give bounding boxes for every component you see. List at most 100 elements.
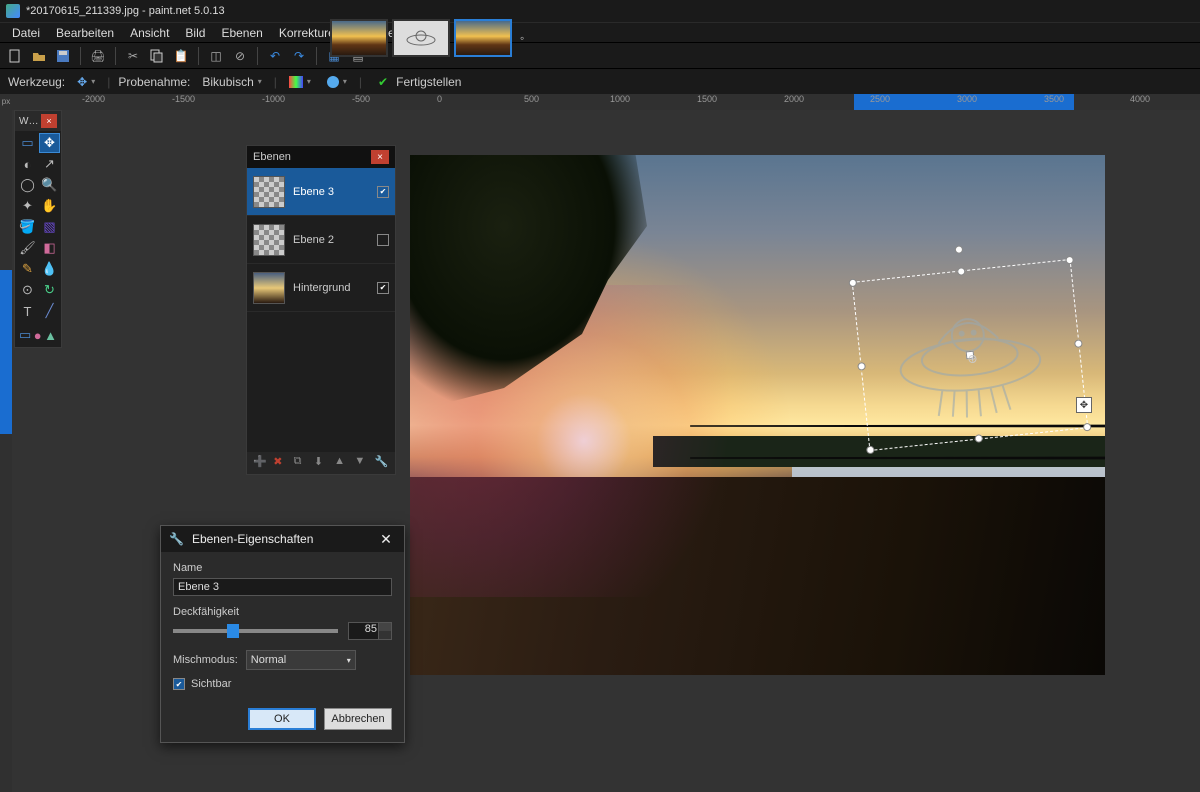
layer-properties-dialog[interactable]: 🔧 Ebenen-Eigenschaften ✕ Name Deckfähigk… [160, 525, 405, 743]
cut-button[interactable]: ✂ [122, 45, 144, 67]
tool-magic-wand[interactable]: ✦ [17, 196, 38, 216]
sampling-dropdown[interactable]: Bikubisch [198, 73, 265, 91]
layer-visible-checkbox[interactable] [377, 234, 389, 246]
tool-recolor[interactable]: ↻ [39, 280, 60, 300]
tool-ellipse-select[interactable]: ◯ [17, 175, 38, 195]
dialog-titlebar[interactable]: 🔧 Ebenen-Eigenschaften ✕ [161, 526, 404, 552]
tool-eraser[interactable]: ◧ [39, 238, 60, 258]
visible-checkbox[interactable] [173, 678, 185, 690]
sampling-label: Probenahme: [118, 75, 190, 89]
tool-clone[interactable]: ⊙ [17, 280, 38, 300]
brush-picker[interactable] [323, 74, 351, 90]
menubar: Datei Bearbeiten Ansicht Bild Ebenen Kor… [0, 22, 1200, 42]
opacity-slider[interactable] [173, 629, 338, 633]
tool-move-selection[interactable]: ↗ [39, 154, 60, 174]
move-handle-icon[interactable]: ✥ [1076, 397, 1092, 413]
layer-name-label: Hintergrund [293, 282, 369, 294]
tool-label: Werkzeug: [8, 75, 65, 89]
layers-panel-title[interactable]: Ebenen × [247, 146, 395, 168]
menu-layers[interactable]: Ebenen [213, 24, 270, 42]
layers-title-label: Ebenen [253, 151, 291, 163]
tools-panel-title[interactable]: W… × [15, 111, 61, 131]
menu-edit[interactable]: Bearbeiten [48, 24, 122, 42]
doc-tab-1[interactable]: ✱ [330, 19, 388, 57]
main-toolbar: 🖨 ✂ 📋 ◫ ⊘ ↶ ↷ ▦ ▤ [0, 42, 1200, 68]
open-button[interactable] [28, 45, 50, 67]
layer-thumb [253, 176, 285, 208]
tool-brush[interactable]: 🖌 [17, 238, 38, 258]
tool-shapes[interactable]: ▭ [19, 325, 31, 345]
dialog-close-button[interactable]: ✕ [376, 531, 396, 548]
tool-lasso[interactable]: ◐ [17, 154, 38, 174]
tabs-overflow-icon[interactable]: ◦ [520, 31, 524, 45]
layer-name-label: Ebene 3 [293, 186, 369, 198]
document-tabs: ✱ ✱ ✱ ◦ [330, 19, 524, 57]
blend-label: Mischmodus: [173, 654, 238, 666]
layer-item-hintergrund[interactable]: Hintergrund [247, 264, 395, 312]
tool-picker[interactable]: ✥ [73, 73, 99, 91]
crop-button[interactable]: ◫ [205, 45, 227, 67]
layers-panel[interactable]: Ebenen × Ebene 3 Ebene 2 Hintergrund ➕ ✖… [246, 145, 396, 475]
sampling-value: Bikubisch [202, 75, 253, 89]
blend-mode-select[interactable]: Normal [246, 650, 356, 670]
titlebar: *20170615_211339.jpg - paint.net 5.0.13 [0, 0, 1200, 22]
ruler-horizontal[interactable]: -2000-1500 -1000-500 0500 10001500 20002… [12, 94, 1200, 110]
app-icon [6, 4, 20, 18]
copy-button[interactable] [146, 45, 168, 67]
tool-colorpicker[interactable]: 💧 [39, 259, 60, 279]
tool-move[interactable]: ✥ [39, 133, 60, 153]
tool-pencil[interactable]: ✎ [17, 259, 38, 279]
save-button[interactable] [52, 45, 74, 67]
tool-line[interactable]: ╱ [39, 301, 60, 321]
ruler-vertical[interactable] [0, 110, 12, 792]
layers-close-button[interactable]: × [371, 150, 389, 164]
shape-triangle-icon[interactable]: ▲ [44, 325, 57, 345]
add-layer-button[interactable]: ➕ [253, 455, 267, 471]
name-label: Name [173, 562, 392, 574]
layer-name-label: Ebene 2 [293, 234, 369, 246]
wrench-icon: 🔧 [169, 532, 184, 546]
deselect-button[interactable]: ⊘ [229, 45, 251, 67]
menu-file[interactable]: Datei [4, 24, 48, 42]
delete-layer-button[interactable]: ✖ [273, 455, 287, 471]
layer-item-ebene3[interactable]: Ebene 3 [247, 168, 395, 216]
tool-text[interactable]: T [17, 301, 38, 321]
gradient-picker[interactable] [285, 74, 315, 90]
tools-close-button[interactable]: × [41, 114, 57, 128]
cancel-button[interactable]: Abbrechen [324, 708, 392, 730]
tool-rect-select[interactable]: ▭ [17, 133, 38, 153]
menu-image[interactable]: Bild [177, 24, 213, 42]
undo-button[interactable]: ↶ [264, 45, 286, 67]
paste-button[interactable]: 📋 [170, 45, 192, 67]
finish-check-icon: ✔ [378, 75, 388, 89]
finish-button[interactable]: Fertigstellen [396, 75, 461, 89]
ruler-v-selection [0, 270, 12, 434]
layer-item-ebene2[interactable]: Ebene 2 [247, 216, 395, 264]
new-button[interactable] [4, 45, 26, 67]
redo-button[interactable]: ↷ [288, 45, 310, 67]
print-button[interactable]: 🖨 [87, 45, 109, 67]
tool-pan[interactable]: ✋ [39, 196, 60, 216]
ok-button[interactable]: OK [248, 708, 316, 730]
layer-props-button[interactable]: 🔧 [375, 455, 389, 471]
tool-gradient[interactable]: ▧ [39, 217, 60, 237]
dialog-title-label: Ebenen-Eigenschaften [192, 532, 313, 546]
duplicate-layer-button[interactable]: ⧉ [294, 455, 308, 471]
opacity-spinner[interactable]: 85 [348, 622, 392, 640]
merge-down-button[interactable]: ⬇ [314, 455, 328, 471]
menu-view[interactable]: Ansicht [122, 24, 177, 42]
shape-circle-icon[interactable]: ● [33, 325, 42, 345]
tool-bucket[interactable]: 🪣 [17, 217, 38, 237]
layer-name-input[interactable] [173, 578, 392, 596]
layer-visible-checkbox[interactable] [377, 186, 389, 198]
blend-value: Normal [251, 654, 286, 666]
doc-tab-2[interactable]: ✱ [392, 19, 450, 57]
window-title: *20170615_211339.jpg - paint.net 5.0.13 [26, 5, 225, 17]
layer-visible-checkbox[interactable] [377, 282, 389, 294]
tool-zoom[interactable]: 🔍 [39, 175, 60, 195]
doc-tab-3[interactable]: ✱ [454, 19, 512, 57]
move-down-button[interactable]: ▼ [354, 455, 368, 471]
tools-panel[interactable]: W… × ▭ ✥ ◐ ↗ ◯ 🔍 ✦ ✋ 🪣 ▧ 🖌 ◧ ✎ 💧 ⊙ ↻ T ╱… [14, 110, 62, 348]
ufo-layer-content [875, 287, 1066, 432]
move-up-button[interactable]: ▲ [334, 455, 348, 471]
